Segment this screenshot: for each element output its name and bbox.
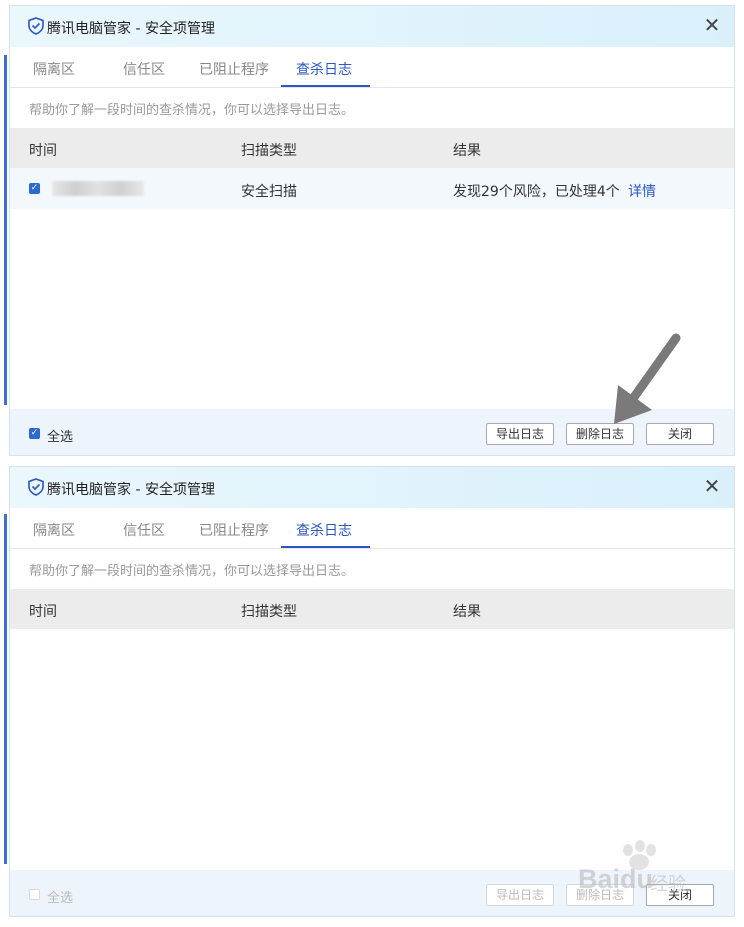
watermark-brand: Baidu <box>578 864 654 894</box>
title-bar: 腾讯电脑管家 - 安全项管理 ✕ <box>10 467 734 508</box>
column-header-result: 结果 <box>453 143 481 159</box>
result-cell: 发现29个风险，已处理4个 <box>453 184 620 200</box>
table-row[interactable]: ✓ 安全扫描 发现29个风险，已处理4个 详情 <box>10 168 734 209</box>
tab-blocked-programs[interactable]: 已阻止程序 <box>199 59 269 79</box>
close-icon[interactable]: ✕ <box>700 475 724 499</box>
export-log-button[interactable]: 导出日志 <box>486 423 554 445</box>
column-header-scan-type: 扫描类型 <box>241 143 297 159</box>
select-all-label: 全选 <box>47 891 74 906</box>
tab-bar: 隔离区 信任区 已阻止程序 查杀日志 <box>10 508 734 549</box>
scan-type-cell: 安全扫描 <box>241 184 297 200</box>
title-bar: 腾讯电脑管家 - 安全项管理 ✕ <box>10 6 734 47</box>
tab-quarantine[interactable]: 隔离区 <box>33 520 75 540</box>
pointer-arrow-icon <box>614 333 681 424</box>
active-tab-underline <box>281 546 370 548</box>
table-header: 时间 扫描类型 结果 <box>10 128 734 168</box>
window-title: 腾讯电脑管家 - 安全项管理 <box>47 482 215 498</box>
tab-blocked-programs[interactable]: 已阻止程序 <box>199 520 269 540</box>
watermark-suffix: 经验 <box>650 874 686 895</box>
tab-scan-log[interactable]: 查杀日志 <box>296 59 352 79</box>
select-all-checkbox <box>29 889 40 900</box>
tab-trust-zone[interactable]: 信任区 <box>123 520 165 540</box>
column-header-scan-type: 扫描类型 <box>241 604 297 620</box>
select-all-label: 全选 <box>47 430 74 445</box>
tencent-shield-icon <box>28 17 44 35</box>
help-text: 帮助你了解一段时间的查杀情况，你可以选择导出日志。 <box>29 564 355 579</box>
select-all-checkbox[interactable]: ✓ <box>29 428 40 439</box>
tab-bar: 隔离区 信任区 已阻止程序 查杀日志 <box>10 47 734 88</box>
table-header: 时间 扫描类型 结果 <box>10 589 734 629</box>
close-icon[interactable]: ✕ <box>700 14 724 38</box>
left-accent-strip <box>4 55 7 405</box>
column-header-time: 时间 <box>29 143 57 159</box>
export-log-button: 导出日志 <box>486 884 554 906</box>
column-header-time: 时间 <box>29 604 57 620</box>
tencent-shield-icon <box>28 478 44 496</box>
active-tab-underline <box>281 85 370 87</box>
window-title: 腾讯电脑管家 - 安全项管理 <box>47 21 215 37</box>
help-text: 帮助你了解一段时间的查杀情况，你可以选择导出日志。 <box>29 103 355 118</box>
tab-trust-zone[interactable]: 信任区 <box>123 59 165 79</box>
tab-scan-log[interactable]: 查杀日志 <box>296 520 352 540</box>
blurred-time-value <box>52 181 144 196</box>
left-accent-strip <box>4 514 7 864</box>
tab-quarantine[interactable]: 隔离区 <box>33 59 75 79</box>
column-header-result: 结果 <box>453 604 481 620</box>
detail-link[interactable]: 详情 <box>628 181 656 201</box>
row-checkbox[interactable]: ✓ <box>29 183 40 194</box>
